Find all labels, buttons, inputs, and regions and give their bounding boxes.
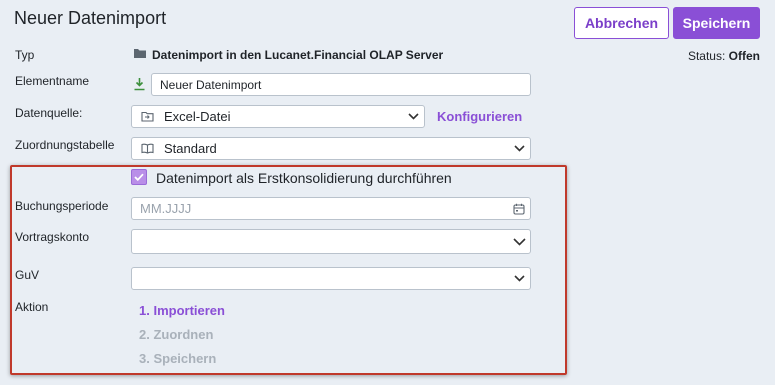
- zuordnungstabelle-select[interactable]: Standard: [131, 137, 531, 160]
- check-icon: [134, 173, 144, 181]
- buchungsperiode-label: Buchungsperiode: [15, 199, 109, 213]
- datenquelle-select[interactable]: Excel-Datei: [131, 105, 425, 128]
- typ-label: Typ: [15, 48, 35, 62]
- erstkonsolidierung-checkbox[interactable]: [131, 169, 147, 185]
- status-value: Offen: [728, 49, 760, 63]
- typ-value: Datenimport in den Lucanet.Financial OLA…: [133, 47, 443, 62]
- status-label: Status:: [687, 49, 726, 63]
- configure-link[interactable]: Konfigurieren: [437, 109, 522, 124]
- step-assign: 2. Zuordnen: [139, 327, 214, 342]
- zuordnungstabelle-label: Zuordnungstabelle: [15, 138, 115, 152]
- guv-label: GuV: [15, 268, 40, 282]
- buchungsperiode-input[interactable]: MM.JJJJ: [131, 197, 531, 220]
- vortragskonto-label: Vortragskonto: [15, 230, 90, 244]
- step-import[interactable]: 1. Importieren: [139, 303, 225, 318]
- page-title: Neuer Datenimport: [14, 8, 167, 28]
- chevron-down-icon[interactable]: [508, 275, 530, 282]
- aktion-label: Aktion: [15, 300, 49, 314]
- chevron-down-icon[interactable]: [508, 145, 530, 152]
- status-indicator: Status: Offen: [688, 49, 760, 63]
- chevron-down-icon[interactable]: [508, 237, 530, 246]
- elementname-label: Elementname: [15, 74, 90, 88]
- erstkonsolidierung-label[interactable]: Datenimport als Erstkonsolidierung durch…: [156, 170, 452, 186]
- import-file-icon: [132, 111, 154, 122]
- chevron-down-icon[interactable]: [402, 113, 424, 120]
- book-icon: [132, 143, 154, 154]
- cancel-button[interactable]: Abbrechen: [574, 7, 669, 39]
- download-icon: [133, 77, 146, 96]
- vortragskonto-select[interactable]: [131, 229, 531, 254]
- folder-icon: [133, 47, 147, 62]
- calendar-icon[interactable]: [508, 203, 530, 215]
- save-button[interactable]: Speichern: [673, 7, 760, 39]
- datenquelle-label: Datenquelle:: [15, 106, 83, 120]
- guv-select[interactable]: [131, 267, 531, 290]
- step-save: 3. Speichern: [139, 351, 217, 366]
- elementname-input[interactable]: Neuer Datenimport: [151, 73, 531, 96]
- typ-text: Datenimport in den Lucanet.Financial OLA…: [152, 47, 444, 62]
